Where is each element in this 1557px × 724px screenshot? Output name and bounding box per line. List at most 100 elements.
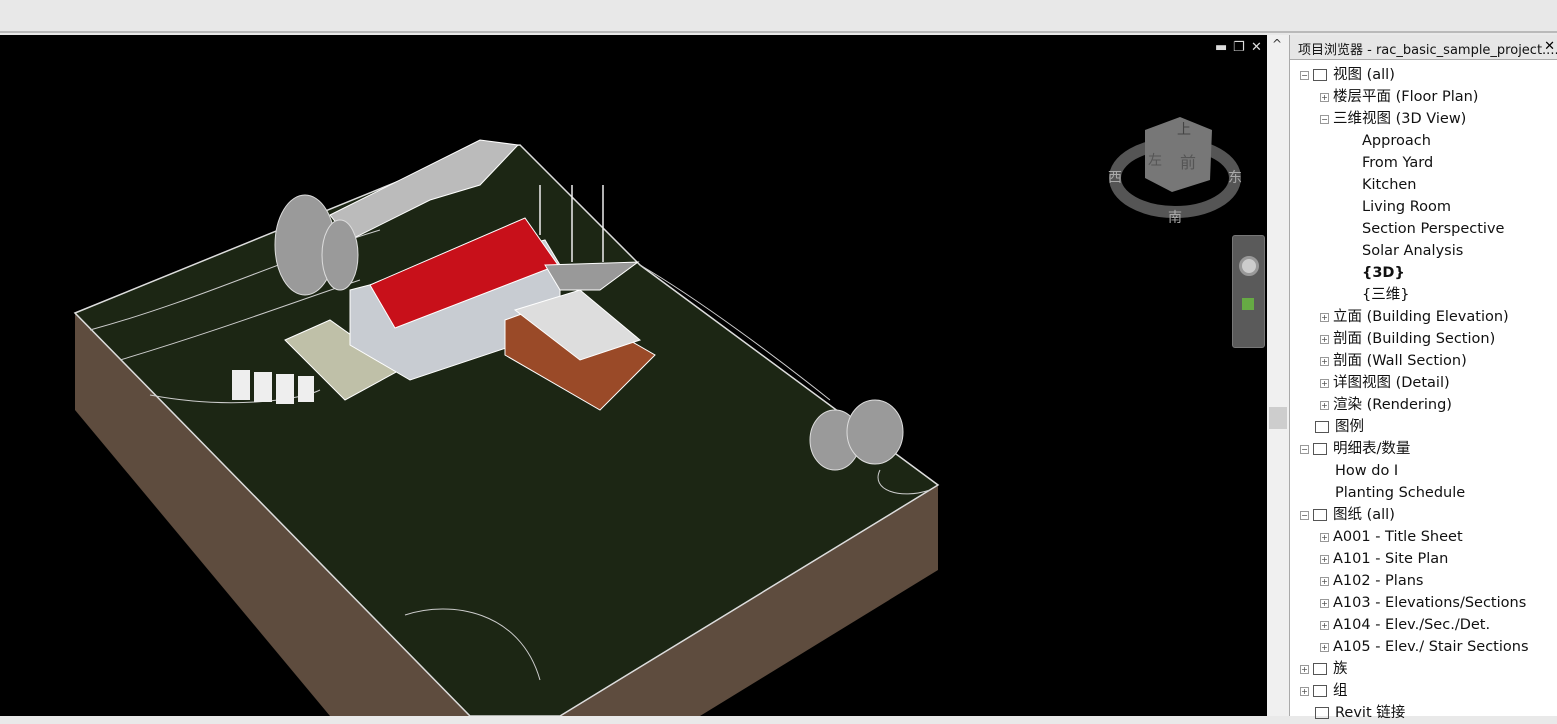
tree-item[interactable]: Planting Schedule: [1320, 482, 1465, 504]
collapse-icon[interactable]: −: [1320, 114, 1329, 124]
views-icon: [1313, 69, 1327, 81]
expand-icon[interactable]: +: [1320, 554, 1329, 564]
tree-item[interactable]: + 立面 (Building Elevation): [1320, 306, 1509, 328]
zoom-icon[interactable]: [1242, 298, 1254, 310]
tree-item-label: Planting Schedule: [1335, 485, 1466, 501]
tree-item-label: From Yard: [1362, 155, 1434, 171]
tree-item-label: 剖面 (Building Section): [1333, 331, 1496, 347]
viewcube[interactable]: 上 左 前 西 东 南: [1108, 117, 1242, 226]
collapse-icon[interactable]: −: [1300, 70, 1309, 80]
tree-item-label: 图例: [1335, 419, 1364, 435]
tree-item[interactable]: Revit 链接: [1300, 702, 1405, 724]
tree-item[interactable]: − 三维视图 (3D View): [1320, 108, 1466, 130]
sheets-icon: [1313, 509, 1327, 521]
tree-item-label: 明细表/数量: [1333, 441, 1411, 457]
tree-item[interactable]: + 楼层平面 (Floor Plan): [1320, 86, 1478, 108]
expand-icon[interactable]: +: [1320, 92, 1329, 102]
tree-item[interactable]: + A101 - Site Plan: [1320, 548, 1448, 570]
tree-item-label: A105 - Elev./ Stair Sections: [1333, 639, 1529, 655]
tree-item[interactable]: + A105 - Elev./ Stair Sections: [1320, 636, 1529, 658]
groups-icon: [1313, 685, 1327, 697]
tree-item-label: A102 - Plans: [1333, 573, 1424, 589]
3d-viewport[interactable]: 上 左 前 西 东 南 ▬ ❐ ✕: [0, 35, 1267, 716]
tree-item-label: 族: [1333, 661, 1348, 677]
legend-icon: [1315, 421, 1329, 433]
tree-item[interactable]: − 视图 (all): [1300, 64, 1395, 86]
tree-item-label: Solar Analysis: [1362, 243, 1464, 259]
project-browser-title: 项目浏览器 - rac_basic_sample_project....: [1290, 35, 1557, 60]
tree-item[interactable]: + 渲染 (Rendering): [1320, 394, 1452, 416]
expand-icon[interactable]: +: [1320, 642, 1329, 652]
tree-item[interactable]: Kitchen: [1362, 174, 1417, 196]
viewcube-face-front: 前: [1180, 153, 1196, 172]
tree-item[interactable]: {3D}: [1362, 262, 1405, 284]
compass-east: 东: [1228, 170, 1242, 186]
tree-item-label: Approach: [1362, 133, 1431, 149]
expand-icon[interactable]: +: [1300, 686, 1309, 696]
top-toolbar: [0, 0, 1557, 33]
tree-item-label: Living Room: [1362, 199, 1452, 215]
project-browser: 项目浏览器 - rac_basic_sample_project.... ✕ −…: [1289, 35, 1557, 721]
tree-item-label: 立面 (Building Elevation): [1333, 309, 1509, 325]
compass-west: 西: [1108, 170, 1122, 186]
tree-item[interactable]: {三维}: [1362, 284, 1409, 306]
tree-item[interactable]: + A103 - Elevations/Sections: [1320, 592, 1526, 614]
tree-item[interactable]: − 图纸 (all): [1300, 504, 1395, 526]
expand-icon[interactable]: +: [1320, 532, 1329, 542]
tree-item[interactable]: + 组: [1300, 680, 1348, 702]
expand-icon[interactable]: +: [1300, 664, 1309, 674]
expand-icon[interactable]: +: [1320, 334, 1329, 344]
expand-icon[interactable]: +: [1320, 576, 1329, 586]
tree-item-label: 三维视图 (3D View): [1333, 111, 1467, 127]
tree-item[interactable]: Approach: [1362, 130, 1431, 152]
tree-item-label: A101 - Site Plan: [1333, 551, 1449, 567]
collapse-icon[interactable]: −: [1300, 444, 1309, 454]
tree-item[interactable]: Solar Analysis: [1362, 240, 1463, 262]
tree-item-label: Revit 链接: [1335, 705, 1406, 721]
navigation-bar[interactable]: [1232, 235, 1265, 348]
expand-icon[interactable]: +: [1320, 598, 1329, 608]
tree-item-label: A001 - Title Sheet: [1333, 529, 1463, 545]
tree-item-label: How do I: [1335, 463, 1399, 479]
tree-item[interactable]: From Yard: [1362, 152, 1433, 174]
tree-item-label: 组: [1333, 683, 1348, 699]
expand-icon[interactable]: +: [1320, 356, 1329, 366]
tree-item-label: 剖面 (Wall Section): [1333, 353, 1467, 369]
tree-item-label: 详图视图 (Detail): [1333, 375, 1450, 391]
tree-item-label: Section Perspective: [1362, 221, 1505, 237]
viewcube-face-left: 左: [1148, 153, 1162, 169]
expand-icon[interactable]: +: [1320, 312, 1329, 322]
close-browser-button[interactable]: ✕: [1544, 39, 1555, 54]
tree-item-label: {三维}: [1362, 287, 1410, 303]
tree-item[interactable]: + A001 - Title Sheet: [1320, 526, 1463, 548]
tree-item[interactable]: + 详图视图 (Detail): [1320, 372, 1450, 394]
tree-item[interactable]: − 明细表/数量: [1300, 438, 1410, 460]
restore-view-button[interactable]: ❐: [1233, 40, 1245, 55]
viewport-scrollbar[interactable]: ^: [1267, 35, 1289, 716]
expand-icon[interactable]: +: [1320, 378, 1329, 388]
close-view-button[interactable]: ✕: [1251, 40, 1262, 55]
steering-wheel-icon[interactable]: [1239, 256, 1259, 276]
tree-item[interactable]: + 剖面 (Building Section): [1320, 328, 1495, 350]
expand-icon[interactable]: +: [1320, 400, 1329, 410]
revit-links-icon: [1315, 707, 1329, 719]
tree-item[interactable]: How do I: [1320, 460, 1398, 482]
minimize-view-button[interactable]: ▬: [1215, 40, 1227, 55]
viewcube-face-top: 上: [1177, 122, 1191, 138]
model-view[interactable]: 上 左 前 西 东 南: [0, 35, 1267, 716]
tree-item[interactable]: Living Room: [1362, 196, 1451, 218]
families-icon: [1313, 663, 1327, 675]
tree-item-label: 图纸 (all): [1333, 507, 1395, 523]
collapse-icon[interactable]: −: [1300, 510, 1309, 520]
scroll-up-icon[interactable]: ^: [1272, 37, 1282, 51]
tree-item[interactable]: + A104 - Elev./Sec./Det.: [1320, 614, 1490, 636]
tree-item-label: {3D}: [1362, 265, 1405, 281]
tree-item[interactable]: + A102 - Plans: [1320, 570, 1423, 592]
tree-item[interactable]: Section Perspective: [1362, 218, 1504, 240]
expand-icon[interactable]: +: [1320, 620, 1329, 630]
tree-item[interactable]: + 族: [1300, 658, 1348, 680]
tree-item-label: A104 - Elev./Sec./Det.: [1333, 617, 1491, 633]
scrollbar-thumb[interactable]: [1269, 407, 1287, 429]
tree-item[interactable]: 图例: [1300, 416, 1364, 438]
tree-item[interactable]: + 剖面 (Wall Section): [1320, 350, 1467, 372]
